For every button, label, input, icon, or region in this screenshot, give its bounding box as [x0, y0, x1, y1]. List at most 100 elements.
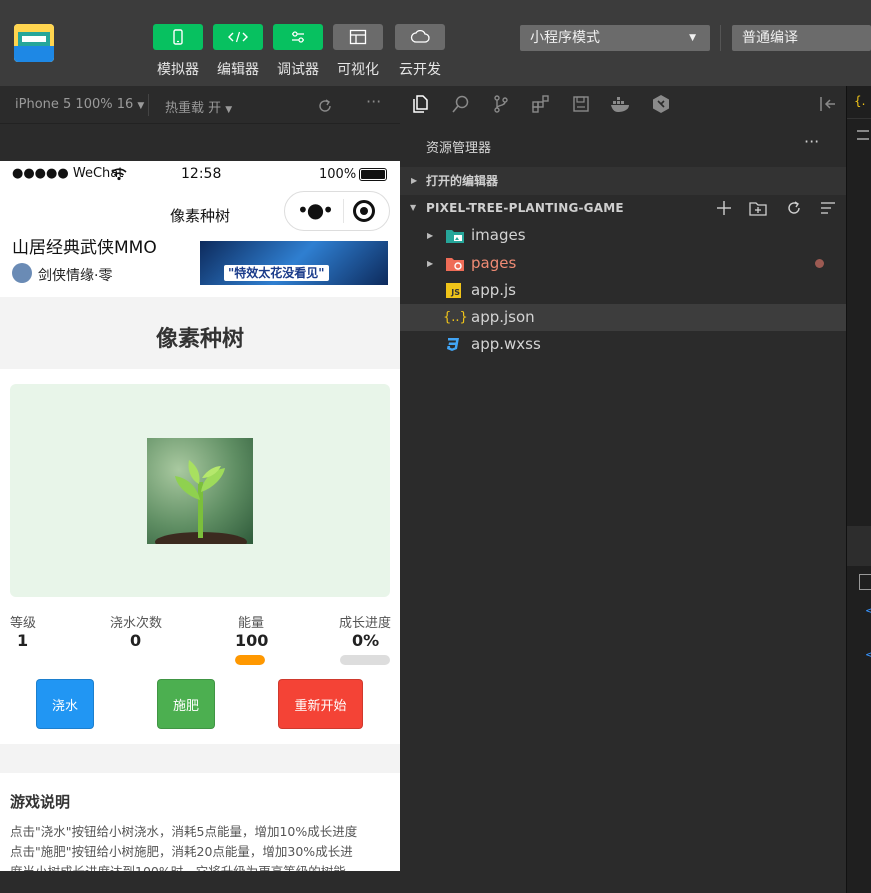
- explorer-icon[interactable]: [411, 94, 431, 114]
- search-icon[interactable]: [451, 94, 471, 114]
- code-fragment-2: <: [865, 648, 871, 661]
- refresh-explorer-icon[interactable]: [785, 199, 803, 217]
- ad-source: 剑侠情缘·零: [38, 268, 113, 284]
- tree-item-images[interactable]: ▶ images: [400, 222, 846, 249]
- images-folder-icon: [446, 230, 464, 243]
- editor-label: 编辑器: [217, 62, 259, 78]
- collapse-all-icon[interactable]: [819, 200, 837, 216]
- hot-reload-value: 热重载 开: [165, 101, 222, 116]
- energy-bar-fill: [235, 655, 265, 665]
- mode-select-value: 小程序模式: [530, 30, 600, 46]
- water-button[interactable]: 浇水: [36, 679, 94, 729]
- device-select[interactable]: iPhone 5 100% 16 ▼: [15, 97, 144, 112]
- capsule-more-icon[interactable]: •●•: [297, 198, 334, 222]
- fertilize-button[interactable]: 施肥: [157, 679, 215, 729]
- hot-reload-toggle[interactable]: 热重载 开 ▼: [165, 97, 232, 116]
- extensions-icon[interactable]: [531, 94, 551, 114]
- debugger-button[interactable]: [273, 24, 323, 50]
- chevron-right-icon: ▶: [427, 231, 434, 240]
- compile-select[interactable]: 普通编译: [732, 25, 871, 51]
- project-name: PIXEL-TREE-PLANTING-GAME: [426, 201, 624, 215]
- carrier: ●●●●● WeChat: [12, 166, 124, 181]
- tree-image[interactable]: [147, 438, 253, 544]
- simulator-toolbar: iPhone 5 100% 16 ▼ 热重载 开 ▼ ···: [0, 86, 400, 124]
- visualize-label: 可视化: [337, 62, 379, 78]
- description-line-3: 度当小树成长进度达到100%时，它将升级为更高等级的树能: [10, 861, 346, 871]
- panel-edge: [847, 526, 871, 566]
- tree-item-label: pages: [471, 254, 517, 272]
- simulator-button[interactable]: [153, 24, 203, 50]
- debug-icon: [292, 31, 304, 43]
- json-tab-icon[interactable]: {.: [854, 94, 865, 108]
- menu-capsule[interactable]: •●•: [284, 191, 390, 231]
- tree-item-label: app.wxss: [471, 335, 541, 353]
- level-value: 1: [17, 631, 29, 650]
- inspect-icon[interactable]: [859, 574, 871, 590]
- ad-image: "特效太花没看见": [200, 241, 388, 285]
- water-count-label: 浇水次数: [110, 616, 163, 631]
- phone-screen: ●●●●● WeChat 12:58 100% 像素种树 •●• 山居经典武侠M…: [0, 161, 400, 871]
- growth-label: 成长进度: [339, 616, 392, 631]
- cloud-dev-button[interactable]: [395, 24, 445, 50]
- save-icon[interactable]: [571, 94, 591, 114]
- explorer-more-icon[interactable]: ···: [804, 132, 819, 151]
- pages-folder-icon: [446, 258, 464, 271]
- ad-avatar: [12, 263, 32, 283]
- docker-icon[interactable]: [609, 94, 633, 114]
- water-count-value: 0: [130, 631, 142, 650]
- game-description: 游戏说明 点击"浇水"按钮给小树浇水，消耗5点能量，增加10%成长进度 点击"施…: [0, 773, 400, 871]
- tree-item-app-wxss[interactable]: app.wxss: [400, 331, 846, 358]
- editor-pane-edge: {. < <: [846, 86, 871, 893]
- restart-button[interactable]: 重新开始: [278, 679, 363, 729]
- toolbar-divider: [720, 25, 721, 51]
- new-file-icon[interactable]: [716, 200, 732, 216]
- mode-select[interactable]: 小程序模式 ▼: [520, 25, 710, 51]
- new-folder-icon[interactable]: [749, 200, 767, 216]
- energy-value: 100: [235, 631, 269, 650]
- capsule-close-icon[interactable]: [353, 200, 375, 222]
- json-file-icon: {..}: [443, 310, 468, 325]
- plugin-icon[interactable]: [651, 94, 671, 114]
- simbar-divider: [148, 94, 149, 116]
- explorer-title: 资源管理器: [426, 141, 492, 156]
- source-control-icon[interactable]: [491, 94, 511, 114]
- tree-item-app-js[interactable]: JS app.js: [400, 277, 846, 304]
- code-icon: [228, 31, 248, 43]
- capsule-divider: [343, 199, 344, 223]
- tab-divider: [847, 118, 871, 119]
- collapse-panel-icon[interactable]: [818, 95, 838, 113]
- list-icon[interactable]: [857, 130, 869, 140]
- tree-item-pages[interactable]: ▶ pages: [400, 250, 846, 277]
- project-section[interactable]: ▼ PIXEL-TREE-PLANTING-GAME: [400, 194, 846, 222]
- page-title: 像素种树: [155, 327, 244, 352]
- compile-select-value: 普通编译: [742, 30, 798, 46]
- description-heading: 游戏说明: [10, 793, 71, 811]
- energy-bar: [235, 655, 265, 665]
- modified-dot: [815, 259, 824, 268]
- tree-item-app-json[interactable]: {..} app.json: [400, 304, 846, 331]
- sapling-icon: [155, 460, 247, 544]
- visualize-button[interactable]: [333, 24, 383, 50]
- chevron-down-icon: ▼: [225, 105, 233, 115]
- editor-button[interactable]: [213, 24, 263, 50]
- simulator-label: 模拟器: [157, 62, 199, 78]
- level-label: 等级: [10, 616, 37, 631]
- ad-banner[interactable]: 山居经典武侠MMO 剑侠情缘·零 "特效太花没看见": [0, 239, 400, 297]
- open-editors-label: 打开的编辑器: [426, 174, 499, 188]
- cloud-dev-label: 云开发: [399, 62, 441, 78]
- description-line-1: 点击"浇水"按钮给小树浇水，消耗5点能量，增加10%成长进度: [10, 824, 358, 839]
- tree-item-label: app.js: [471, 281, 516, 299]
- status-bar: ●●●●● WeChat 12:58 100%: [0, 161, 400, 189]
- layout-icon: [349, 29, 367, 45]
- open-editors-section[interactable]: ▶ 打开的编辑器: [400, 167, 846, 195]
- page-header: 像素种树: [0, 297, 400, 369]
- code-fragment-1: <: [865, 604, 871, 617]
- ad-image-text: "特效太花没看见": [224, 265, 329, 281]
- chevron-right-icon: ▶: [427, 259, 434, 268]
- simulator-bottom-strip: [0, 871, 400, 893]
- refresh-icon[interactable]: [316, 97, 334, 115]
- css-file-icon: [447, 338, 459, 351]
- more-icon[interactable]: ···: [366, 92, 381, 111]
- chevron-down-icon: ▼: [137, 101, 145, 111]
- status-time: 12:58: [181, 166, 222, 182]
